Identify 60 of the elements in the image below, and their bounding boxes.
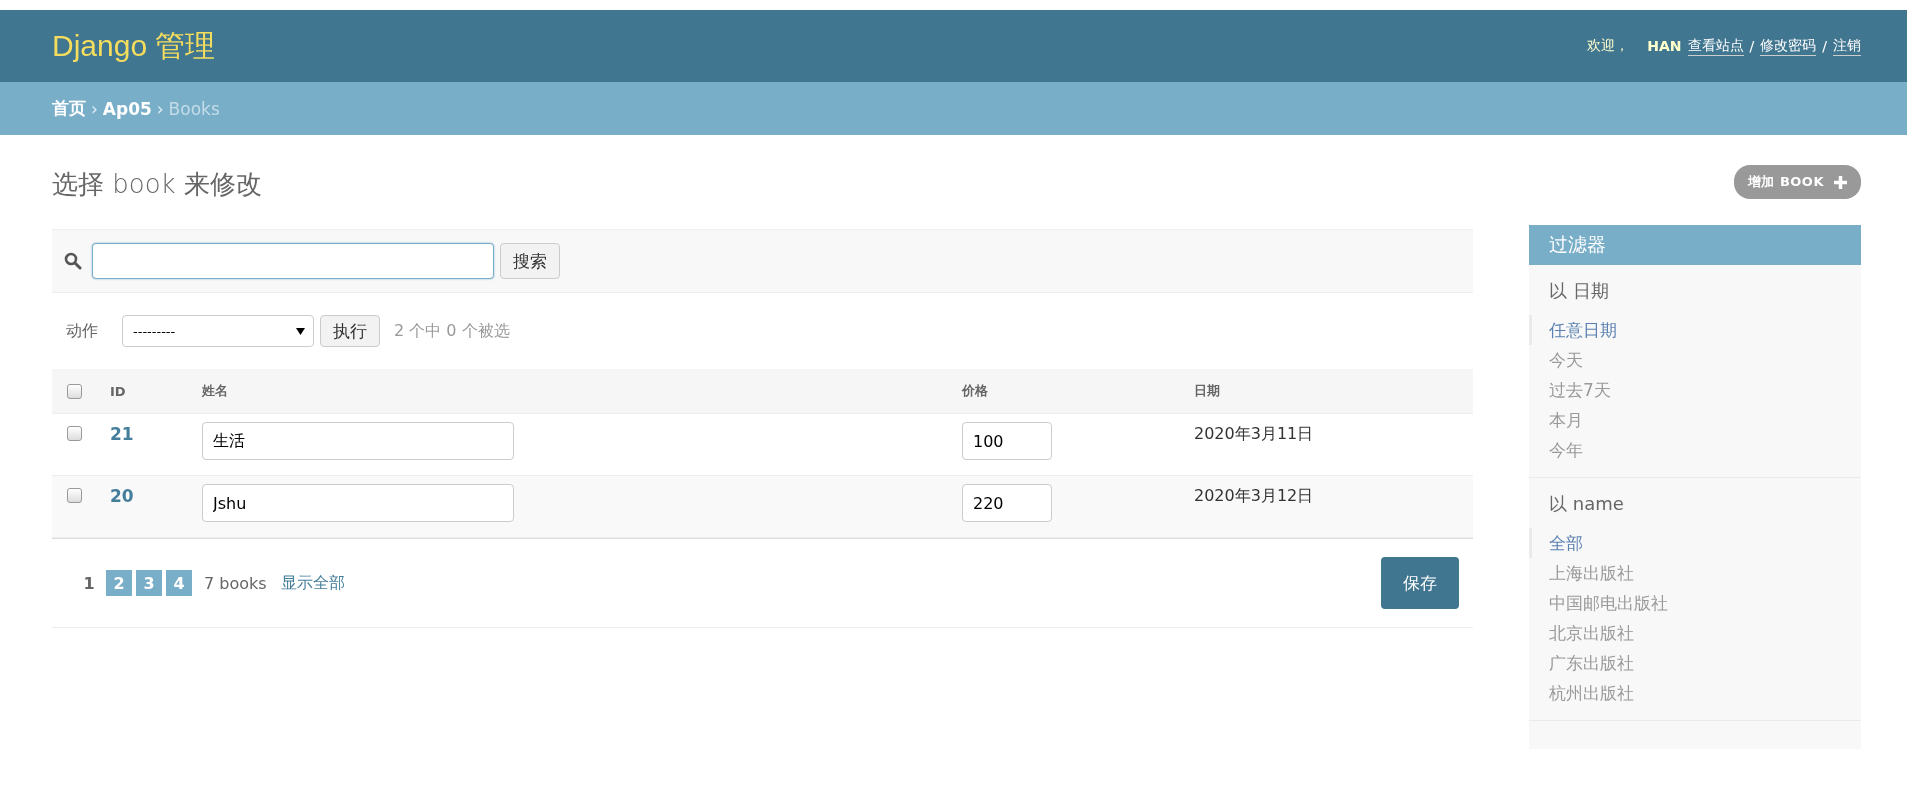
filter-option[interactable]: 北京出版社 bbox=[1529, 618, 1861, 648]
filter-title: 过滤器 bbox=[1529, 225, 1861, 265]
filter-option[interactable]: 全部 bbox=[1529, 528, 1861, 558]
breadcrumb-separator: › bbox=[156, 98, 164, 119]
date-cell: 2020年3月12日 bbox=[1194, 486, 1314, 507]
column-header[interactable]: 姓名 bbox=[202, 382, 228, 400]
filter-group-title: 以 日期 bbox=[1548, 279, 1610, 303]
column-header[interactable]: 日期 bbox=[1194, 382, 1220, 400]
filter-option[interactable]: 任意日期 bbox=[1529, 315, 1861, 345]
site-brand: Django 管理 bbox=[52, 27, 216, 64]
header-link[interactable]: 修改密码 bbox=[1760, 36, 1817, 56]
action-label: 动作 bbox=[66, 320, 98, 342]
name-field[interactable]: Jshu bbox=[202, 484, 514, 522]
welcome-text: 欢迎， bbox=[1587, 37, 1630, 55]
breadcrumb-separator: › bbox=[91, 98, 98, 119]
row-checkbox[interactable] bbox=[67, 488, 82, 503]
separator: / bbox=[1749, 38, 1755, 54]
name-field[interactable]: 生活 bbox=[202, 422, 514, 460]
filter-option[interactable]: 中国邮电出版社 bbox=[1529, 588, 1861, 618]
run-button[interactable]: 执行 bbox=[320, 315, 380, 347]
row-checkbox[interactable] bbox=[67, 426, 82, 441]
filter-option[interactable]: 上海出版社 bbox=[1529, 558, 1861, 588]
filter-option[interactable]: 今年 bbox=[1529, 435, 1861, 465]
breadcrumb-link[interactable]: 首页 bbox=[52, 97, 86, 120]
show-all-link[interactable]: 显示全部 bbox=[280, 572, 345, 594]
user-name: HAN bbox=[1647, 38, 1682, 54]
search-field[interactable] bbox=[92, 243, 494, 279]
page-link[interactable]: 1 bbox=[76, 570, 102, 596]
result-count: 7 books bbox=[204, 573, 267, 593]
price-field[interactable]: 100 bbox=[962, 422, 1052, 460]
save-button[interactable]: 保存 bbox=[1381, 557, 1459, 609]
column-header[interactable]: ID bbox=[110, 383, 126, 399]
page-link[interactable]: 4 bbox=[166, 570, 192, 596]
current-page-label: Books bbox=[168, 98, 220, 119]
column-header[interactable]: 价格 bbox=[962, 382, 988, 400]
page-link[interactable]: 3 bbox=[136, 570, 162, 596]
header-link[interactable]: 查看站点 bbox=[1687, 36, 1744, 56]
page-title: 选择 book 来修改 bbox=[52, 167, 262, 201]
search-button[interactable]: 搜索 bbox=[500, 243, 560, 279]
filter-option[interactable]: 过去7天 bbox=[1529, 375, 1861, 405]
plus-icon bbox=[1834, 175, 1847, 189]
id-link[interactable]: 21 bbox=[110, 424, 134, 444]
price-field[interactable]: 220 bbox=[962, 484, 1052, 522]
filter-option[interactable]: 今天 bbox=[1529, 345, 1861, 375]
add-button[interactable]: 增加 BOOK bbox=[1733, 165, 1861, 199]
id-link[interactable]: 20 bbox=[110, 486, 134, 506]
selection-count: 2 个中 0 个被选 bbox=[394, 320, 510, 342]
filter-option[interactable]: 杭州出版社 bbox=[1529, 678, 1861, 708]
filter-group-title: 以 name bbox=[1548, 492, 1625, 516]
select-all-checkbox[interactable] bbox=[67, 383, 82, 399]
caret-icon bbox=[296, 327, 305, 335]
breadcrumb-link[interactable]: Ap05 bbox=[102, 98, 152, 119]
separator: / bbox=[1822, 38, 1827, 54]
filter-option[interactable]: 本月 bbox=[1529, 405, 1861, 435]
search-icon bbox=[64, 252, 82, 270]
action-select[interactable]: --------- bbox=[122, 315, 314, 347]
filter-option[interactable]: 广东出版社 bbox=[1529, 648, 1861, 678]
date-cell: 2020年3月11日 bbox=[1194, 424, 1314, 445]
header-link[interactable]: 注销 bbox=[1833, 36, 1861, 56]
page-link[interactable]: 2 bbox=[106, 570, 132, 596]
